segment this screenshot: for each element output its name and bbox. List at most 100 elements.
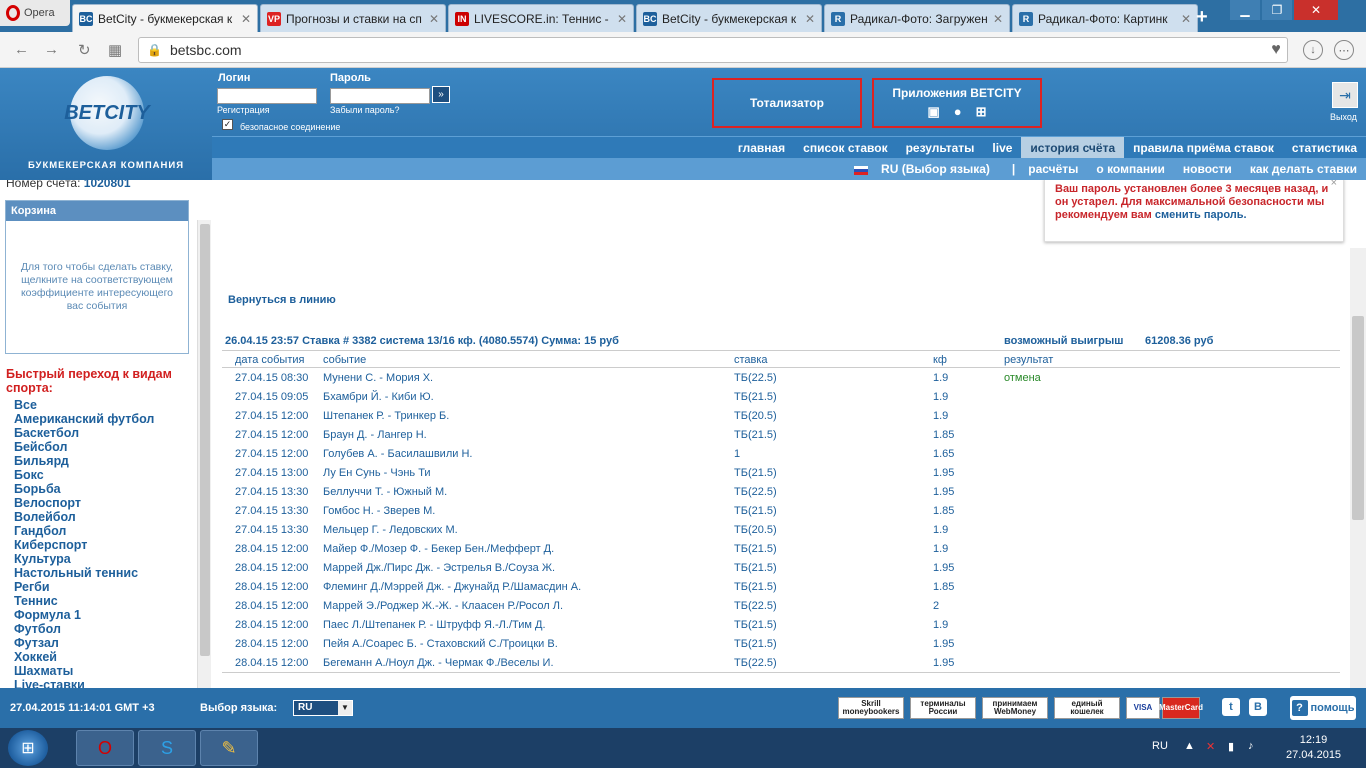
menu-item[interactable]: список ставок	[794, 137, 896, 159]
sport-link[interactable]: Волейбол	[14, 510, 204, 524]
sport-link[interactable]: Бокс	[14, 468, 204, 482]
sport-link[interactable]: Бейсбол	[14, 440, 204, 454]
menu-item[interactable]: главная	[729, 137, 794, 159]
windows-icon[interactable]: ⊞	[976, 104, 987, 120]
close-window-icon[interactable]: ✕	[1294, 0, 1338, 20]
volume-icon[interactable]: ♪	[1248, 740, 1254, 752]
browser-tab[interactable]: R Радикал-Фото: Картинк ✕	[1012, 4, 1198, 32]
language-selector[interactable]: RU (Выбор языка)	[845, 162, 1008, 176]
password-input[interactable]	[330, 88, 430, 104]
page-scrollbar[interactable]	[1350, 248, 1366, 688]
footer-lang-select[interactable]: RU ▼	[293, 700, 353, 716]
speed-dial-icon[interactable]: ▦	[108, 41, 122, 59]
login-submit-button[interactable]: »	[432, 86, 450, 103]
android-icon[interactable]: ▣	[927, 104, 939, 120]
sport-link[interactable]: Культура	[14, 552, 204, 566]
start-button-icon[interactable]: ⊞	[8, 730, 48, 766]
col-result: результат	[1004, 354, 1054, 366]
tab-close-icon[interactable]: ✕	[1181, 12, 1191, 26]
sport-link[interactable]: Футбол	[14, 622, 204, 636]
download-icon[interactable]: ↓	[1303, 40, 1323, 60]
exit-label[interactable]: Выход	[1330, 112, 1357, 122]
minimize-icon[interactable]: ▁	[1230, 0, 1260, 20]
account-number: Номер счёта: 1020801	[6, 180, 131, 190]
sport-link[interactable]: Шахматы	[14, 664, 204, 678]
back-icon[interactable]: ←	[14, 41, 29, 58]
network-icon[interactable]: ✕	[1206, 740, 1215, 753]
cell-odds: 1.9	[933, 391, 949, 403]
submenu-item[interactable]: расчёты	[1019, 162, 1087, 176]
skype-taskbar-icon[interactable]: S	[138, 730, 196, 766]
sport-link[interactable]: Футзал	[14, 636, 204, 650]
new-tab-icon[interactable]: +	[1196, 6, 1208, 29]
change-password-link[interactable]: сменить пароль.	[1155, 209, 1247, 221]
tray-arrow-icon[interactable]: ▲	[1184, 740, 1195, 752]
opera-menu-button[interactable]: Opera	[0, 0, 70, 26]
sport-link[interactable]: Настольный теннис	[14, 566, 204, 580]
sport-link[interactable]: Велоспорт	[14, 496, 204, 510]
apple-icon[interactable]: ●	[954, 104, 962, 120]
tab-close-icon[interactable]: ✕	[993, 12, 1003, 26]
sport-link[interactable]: Борьба	[14, 482, 204, 496]
sport-link[interactable]: Хоккей	[14, 650, 204, 664]
left-scrollbar[interactable]	[197, 220, 211, 688]
signal-icon[interactable]: ▮	[1228, 740, 1234, 753]
totalizator-button[interactable]: Тотализатор	[712, 78, 862, 128]
url-field[interactable]: 🔒 betsbc.com	[138, 37, 1288, 63]
sport-link[interactable]: Теннис	[14, 594, 204, 608]
browser-tab[interactable]: IN LIVESCORE.in: Теннис - А ✕	[448, 4, 634, 32]
sport-link[interactable]: Регби	[14, 580, 204, 594]
notice-close-icon[interactable]: ×	[1331, 180, 1337, 190]
sport-link[interactable]: Американский футбол	[14, 412, 204, 426]
browser-tab[interactable]: BC BetCity - букмекерская к ✕	[72, 4, 258, 32]
paint-taskbar-icon[interactable]: ✎	[200, 730, 258, 766]
submenu-item[interactable]: о компании	[1087, 162, 1173, 176]
tab-close-icon[interactable]: ✕	[429, 12, 439, 26]
sport-link[interactable]: Баскетбол	[14, 426, 204, 440]
cell-odds: 1.65	[933, 448, 955, 460]
browser-tab[interactable]: R Радикал-Фото: Загружен ✕	[824, 4, 1010, 32]
browser-tab[interactable]: BC BetCity - букмекерская к ✕	[636, 4, 822, 32]
menu-item[interactable]: live	[983, 137, 1021, 159]
tab-close-icon[interactable]: ✕	[617, 12, 627, 26]
menu-item[interactable]: история счёта	[1021, 136, 1125, 159]
maximize-icon[interactable]: ❐	[1262, 0, 1292, 20]
page-scroll-thumb[interactable]	[1352, 316, 1364, 520]
register-link[interactable]: Регистрация	[217, 105, 270, 115]
sport-link[interactable]: Бильярд	[14, 454, 204, 468]
sport-link[interactable]: Все	[14, 398, 204, 412]
submenu-item[interactable]: как делать ставки	[1241, 162, 1366, 176]
exit-icon[interactable]: ⇥	[1332, 82, 1358, 108]
sport-link[interactable]: Live-ставки	[14, 678, 204, 688]
apps-button[interactable]: Приложения BETCITY ▣ ● ⊞	[872, 78, 1042, 128]
vk-icon[interactable]: B	[1249, 698, 1267, 716]
submenu-item[interactable]: новости	[1174, 162, 1241, 176]
heart-icon[interactable]: ♥	[1266, 40, 1286, 60]
left-scroll-thumb[interactable]	[200, 224, 210, 656]
sport-link[interactable]: Гандбол	[14, 524, 204, 538]
terminals-logo: терминалы России	[910, 697, 976, 719]
reload-icon[interactable]: ↻	[78, 41, 91, 59]
logo[interactable]: BETCITY БУКМЕКЕРСКАЯ КОМПАНИЯ	[0, 68, 212, 180]
table-row: 28.04.15 12:00 Бегеманн А./Ноул Дж. - Чер…	[222, 654, 1340, 673]
tab-close-icon[interactable]: ✕	[241, 12, 251, 26]
cell-bet: ТБ(21.5)	[734, 581, 777, 593]
clock[interactable]: 12:19 27.04.2015	[1286, 733, 1341, 763]
menu-item[interactable]: статистика	[1283, 137, 1366, 159]
browser-tab[interactable]: VP Прогнозы и ставки на сп ✕	[260, 4, 446, 32]
tray-language[interactable]: RU	[1152, 740, 1168, 752]
back-to-line-link[interactable]: Вернуться в линию	[228, 294, 336, 306]
twitter-icon[interactable]: t	[1222, 698, 1240, 716]
help-button[interactable]: ? помощь	[1290, 696, 1356, 720]
menu-item[interactable]: правила приёма ставок	[1124, 137, 1283, 159]
sport-link[interactable]: Киберспорт	[14, 538, 204, 552]
secure-checkbox[interactable]: ✓	[222, 119, 233, 130]
menu-item[interactable]: результаты	[897, 137, 984, 159]
tab-close-icon[interactable]: ✕	[805, 12, 815, 26]
extensions-icon[interactable]: ⋯	[1334, 40, 1354, 60]
forgot-password-link[interactable]: Забыли пароль?	[330, 105, 399, 115]
opera-taskbar-icon[interactable]: O	[76, 730, 134, 766]
login-input[interactable]	[217, 88, 317, 104]
sport-link[interactable]: Формула 1	[14, 608, 204, 622]
forward-icon[interactable]: →	[44, 41, 59, 58]
